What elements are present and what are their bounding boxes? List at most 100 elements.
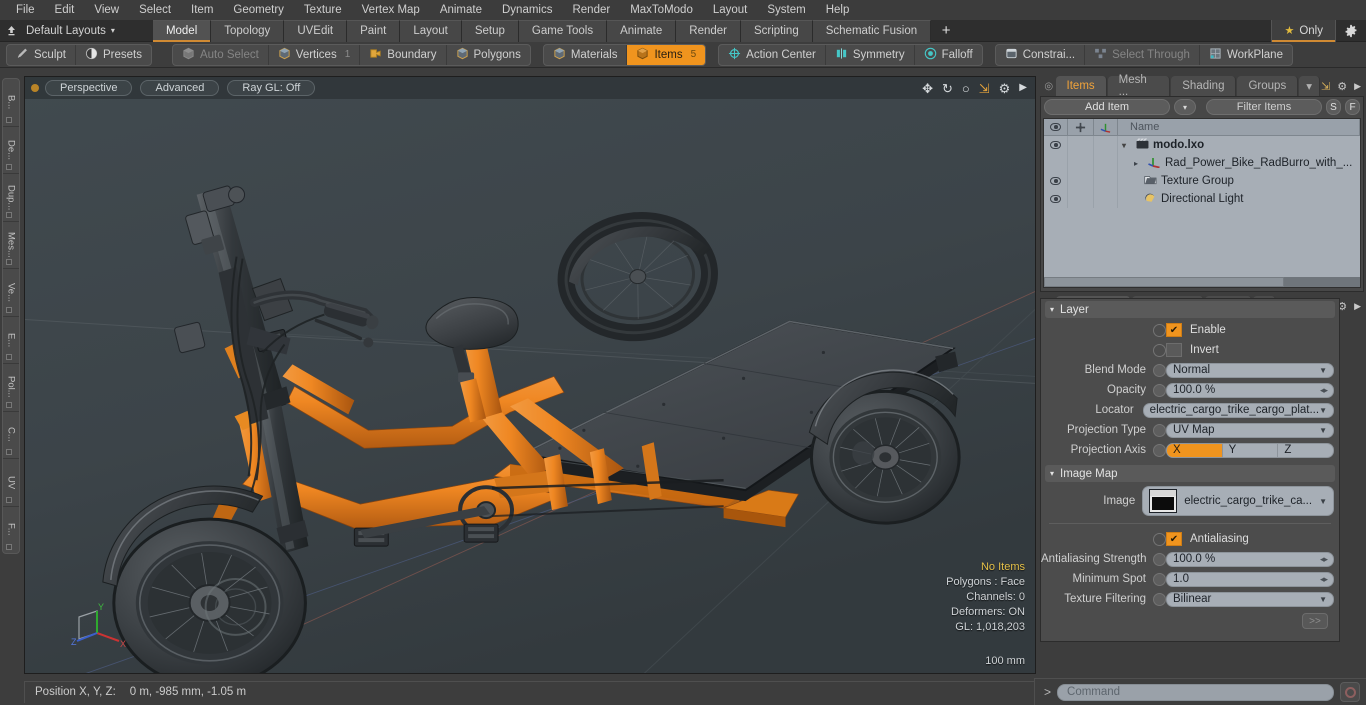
filter-s-button[interactable]: S [1326, 99, 1341, 115]
layer-section-header[interactable]: ▾ Layer [1045, 301, 1335, 318]
add-tab-button[interactable]: + [931, 22, 962, 39]
items-tabs-overflow-icon[interactable]: ▾ [1299, 76, 1320, 96]
left-tab-duplicate[interactable]: Dup... [3, 174, 19, 222]
row-visibility-toggle[interactable] [1044, 172, 1068, 190]
tab-model[interactable]: Model [152, 19, 212, 42]
row-visibility-toggle[interactable] [1044, 136, 1068, 154]
antialiasing-strength-spinner-icon[interactable]: ◂▸ [1320, 554, 1328, 565]
action-center-button[interactable]: Action Center [719, 44, 826, 65]
tree-item-texture-group[interactable]: Texture Group [1118, 172, 1360, 190]
menu-item-dynamics[interactable]: Dynamics [492, 2, 562, 18]
menu-item-layout[interactable]: Layout [703, 2, 758, 18]
left-tab-mesh[interactable]: Mes... [3, 222, 19, 269]
table-row[interactable]: Directional Light [1044, 190, 1360, 208]
locator-dropdown[interactable]: electric_cargo_trike_cargo_plat... ▼ [1142, 402, 1334, 418]
tab-setup[interactable]: Setup [461, 19, 519, 42]
projection-axis-segmented[interactable]: X Y Z [1166, 442, 1334, 458]
left-tab-uv[interactable]: UV [3, 459, 19, 507]
table-row[interactable]: ▸ Rad_Power_Bike_RadBurro_with_... [1044, 154, 1360, 172]
invert-checkbox[interactable] [1166, 343, 1182, 357]
antialiasing-strength-anim-dot[interactable] [1153, 552, 1166, 566]
falloff-button[interactable]: Falloff [915, 45, 982, 65]
gear-icon[interactable]: ⚙ [1337, 80, 1347, 93]
antialiasing-checkbox[interactable]: ✔ [1166, 532, 1182, 546]
left-tab-basic[interactable]: B... [3, 79, 19, 127]
viewport-raygl-dropdown[interactable]: Ray GL: Off [227, 80, 316, 96]
antialiasing-strength-input[interactable]: 100.0 % ◂▸ [1166, 551, 1334, 567]
row-visibility-toggle[interactable] [1044, 190, 1068, 208]
item-tree[interactable]: Name ▾ modo.lxo ▸ Rad_Power_Bike_RadBurr… [1043, 118, 1361, 288]
expand-icon[interactable]: ⇲ [1321, 80, 1330, 93]
add-item-button[interactable]: Add Item [1044, 99, 1170, 115]
menu-item-texture[interactable]: Texture [294, 2, 352, 18]
gear-icon[interactable]: ⚙ [999, 82, 1011, 95]
tab-paint[interactable]: Paint [347, 19, 401, 42]
texture-filtering-dropdown[interactable]: Bilinear ▼ [1166, 591, 1334, 607]
move-icon[interactable]: ✥ [922, 82, 933, 95]
boundary-button[interactable]: Boundary [360, 44, 447, 65]
viewport-3d[interactable]: Perspective Advanced Ray GL: Off ✥ ↻ ○ ⇲… [24, 76, 1036, 674]
menu-item-system[interactable]: System [757, 2, 815, 18]
record-icon[interactable] [1340, 682, 1360, 702]
chevron-right-icon[interactable]: ▶ [1354, 81, 1361, 92]
select-through-button[interactable]: Select Through [1085, 44, 1200, 65]
opacity-anim-dot[interactable] [1153, 383, 1166, 397]
row-lock-cell[interactable] [1068, 172, 1094, 190]
row-lock-cell[interactable] [1068, 154, 1094, 172]
left-tab-polygon[interactable]: Pol... [3, 364, 19, 412]
zoom-icon[interactable]: ○ [962, 82, 970, 95]
tab-render[interactable]: Render [676, 19, 741, 42]
tab-scripting[interactable]: Scripting [740, 19, 813, 42]
collapse-triangle-icon[interactable]: ▾ [1050, 469, 1054, 478]
tab-game-tools[interactable]: Game Tools [518, 19, 608, 42]
projection-axis-option-y[interactable]: Y [1223, 443, 1279, 457]
menu-item-select[interactable]: Select [129, 2, 181, 18]
tree-item-scene[interactable]: ▾ modo.lxo [1118, 136, 1360, 154]
tab-animate[interactable]: Animate [607, 19, 677, 42]
tab-schematic-fusion[interactable]: Schematic Fusion [812, 19, 932, 42]
row-visibility-toggle[interactable] [1044, 154, 1068, 172]
tab-items[interactable]: Items [1055, 76, 1107, 96]
collapse-up-icon[interactable] [0, 21, 22, 41]
tree-expander-icon[interactable]: ▾ [1122, 141, 1132, 150]
minimum-spot-spinner-icon[interactable]: ◂▸ [1320, 574, 1328, 585]
minimum-spot-anim-dot[interactable] [1153, 572, 1166, 586]
row-transform-cell[interactable] [1094, 190, 1118, 208]
settings-gear-icon[interactable] [1336, 20, 1366, 42]
default-layouts-dropdown[interactable]: Default Layouts ▾ [22, 25, 125, 37]
menu-item-view[interactable]: View [84, 2, 129, 18]
minimum-spot-input[interactable]: 1.0 ◂▸ [1166, 571, 1334, 587]
viewport-shading-dropdown[interactable]: Advanced [140, 80, 220, 96]
play-icon[interactable]: ▶ [1019, 83, 1027, 93]
panel-grip-icon[interactable]: ◎ [1042, 76, 1056, 96]
collapse-triangle-icon[interactable]: ▾ [1050, 305, 1054, 314]
tab-topology[interactable]: Topology [211, 19, 285, 42]
row-lock-cell[interactable] [1068, 190, 1094, 208]
tab-shading[interactable]: Shading [1171, 76, 1237, 96]
filter-f-button[interactable]: F [1345, 99, 1360, 115]
texture-filtering-anim-dot[interactable] [1153, 592, 1166, 606]
opacity-input[interactable]: 100.0 % ◂▸ [1166, 382, 1334, 398]
image-map-section-header[interactable]: ▾ Image Map [1045, 465, 1335, 482]
image-dropdown[interactable]: electric_cargo_trike_ca... ▼ [1142, 486, 1334, 516]
tab-groups[interactable]: Groups [1237, 76, 1299, 96]
menu-item-maxtomodo[interactable]: MaxToModo [620, 2, 703, 18]
workplane-button[interactable]: WorkPlane [1200, 45, 1292, 65]
table-row[interactable]: ▾ modo.lxo [1044, 136, 1360, 154]
viewport-projection-dropdown[interactable]: Perspective [45, 80, 133, 96]
enable-checkbox[interactable]: ✔ [1166, 323, 1182, 337]
sculpt-button[interactable]: Sculpt [7, 44, 76, 65]
row-lock-cell[interactable] [1068, 136, 1094, 154]
viewport-status-dot[interactable] [31, 84, 39, 92]
row-transform-cell[interactable] [1094, 172, 1118, 190]
row-transform-cell[interactable] [1094, 136, 1118, 154]
symmetry-button[interactable]: Symmetry [826, 44, 915, 65]
menu-item-geometry[interactable]: Geometry [223, 2, 294, 18]
menu-item-animate[interactable]: Animate [430, 2, 492, 18]
menu-item-edit[interactable]: Edit [45, 2, 85, 18]
chevron-right-icon[interactable]: ▶ [1354, 301, 1361, 312]
left-tab-vertex[interactable]: Ve... [3, 269, 19, 317]
viewport-scene[interactable] [25, 77, 1035, 674]
menu-item-item[interactable]: Item [181, 2, 223, 18]
tree-item-mesh[interactable]: ▸ Rad_Power_Bike_RadBurro_with_... [1118, 154, 1360, 172]
